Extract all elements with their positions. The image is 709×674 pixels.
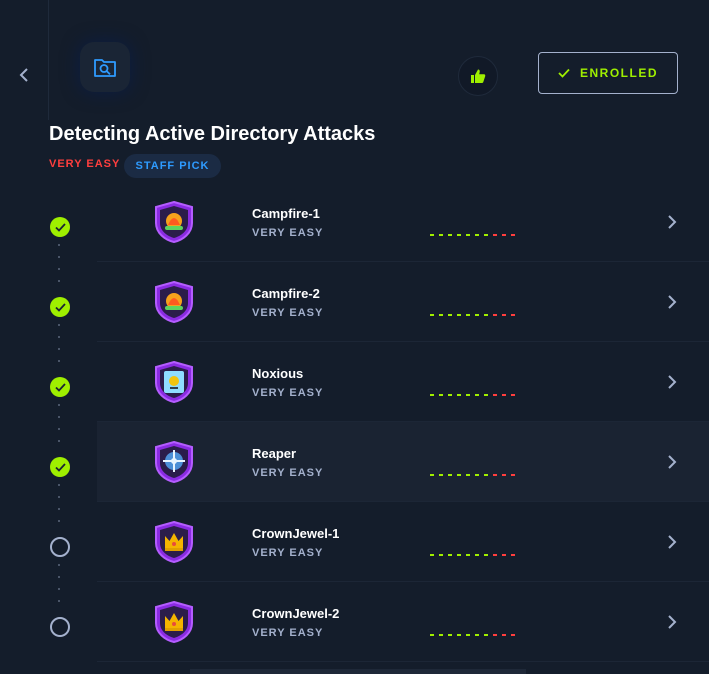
difficulty-meter <box>430 314 515 316</box>
progress-connector <box>58 404 60 452</box>
page-title: Detecting Active Directory Attacks <box>49 123 376 145</box>
module-row[interactable]: CrownJewel-1 VERY EASY <box>97 502 709 582</box>
completed-check-icon <box>50 457 70 477</box>
module-name: CrownJewel-1 <box>252 526 340 541</box>
chevron-right-icon[interactable] <box>665 292 679 312</box>
module-difficulty: VERY EASY <box>252 387 324 399</box>
module-row[interactable]: CrownJewel-2 VERY EASY <box>97 582 709 662</box>
module-name: Campfire-2 <box>252 286 320 301</box>
campfire-badge-icon <box>155 201 193 243</box>
chevron-left-icon <box>19 68 28 82</box>
difficulty-meter <box>430 474 515 476</box>
completed-check-icon <box>50 217 70 237</box>
like-button[interactable] <box>458 56 498 96</box>
crown-badge-icon <box>155 521 193 563</box>
crown-badge-icon <box>155 601 193 643</box>
scroll-shadow <box>190 669 526 674</box>
enrolled-button[interactable]: ENROLLED <box>538 52 678 94</box>
chevron-right-icon[interactable] <box>665 212 679 232</box>
incomplete-circle-icon <box>50 617 70 637</box>
staff-pick-badge: STAFF PICK <box>124 154 221 178</box>
difficulty-meter <box>430 394 515 396</box>
enrolled-label: ENROLLED <box>580 66 658 80</box>
campfire-badge-icon <box>155 281 193 323</box>
difficulty-label: VERY EASY <box>49 158 121 170</box>
completed-check-icon <box>50 377 70 397</box>
module-difficulty: VERY EASY <box>252 627 324 639</box>
folder-search-icon <box>94 59 116 77</box>
incomplete-circle-icon <box>50 537 70 557</box>
module-difficulty: VERY EASY <box>252 307 324 319</box>
progress-connector <box>58 324 60 372</box>
module-name: Campfire-1 <box>252 206 320 221</box>
back-button[interactable] <box>14 64 34 86</box>
chevron-right-icon[interactable] <box>665 452 679 472</box>
progress-connector <box>58 244 60 292</box>
module-difficulty: VERY EASY <box>252 227 324 239</box>
check-icon <box>558 68 570 78</box>
module-name: Reaper <box>252 446 297 461</box>
module-name: Noxious <box>252 366 304 381</box>
completed-check-icon <box>50 297 70 317</box>
crosshair-badge-icon <box>155 441 193 483</box>
chevron-right-icon[interactable] <box>665 372 679 392</box>
module-row[interactable]: Campfire-2 VERY EASY <box>97 262 709 342</box>
divider <box>48 0 49 120</box>
thumbs-up-icon <box>471 69 486 83</box>
module-icon <box>80 42 130 92</box>
chevron-right-icon[interactable] <box>665 532 679 552</box>
module-row[interactable]: Reaper VERY EASY <box>97 422 709 502</box>
module-row[interactable]: Campfire-1 VERY EASY <box>97 182 709 262</box>
module-row[interactable]: Noxious VERY EASY <box>97 342 709 422</box>
module-difficulty: VERY EASY <box>252 547 324 559</box>
difficulty-meter <box>430 554 515 556</box>
difficulty-meter <box>430 234 515 236</box>
progress-connector <box>58 484 60 532</box>
module-name: CrownJewel-2 <box>252 606 340 621</box>
module-header: ENROLLED Detecting Active Directory Atta… <box>0 0 709 200</box>
module-difficulty: VERY EASY <box>252 467 324 479</box>
chevron-right-icon[interactable] <box>665 612 679 632</box>
biohazard-badge-icon <box>155 361 193 403</box>
progress-connector <box>58 564 60 612</box>
difficulty-meter <box>430 634 515 636</box>
